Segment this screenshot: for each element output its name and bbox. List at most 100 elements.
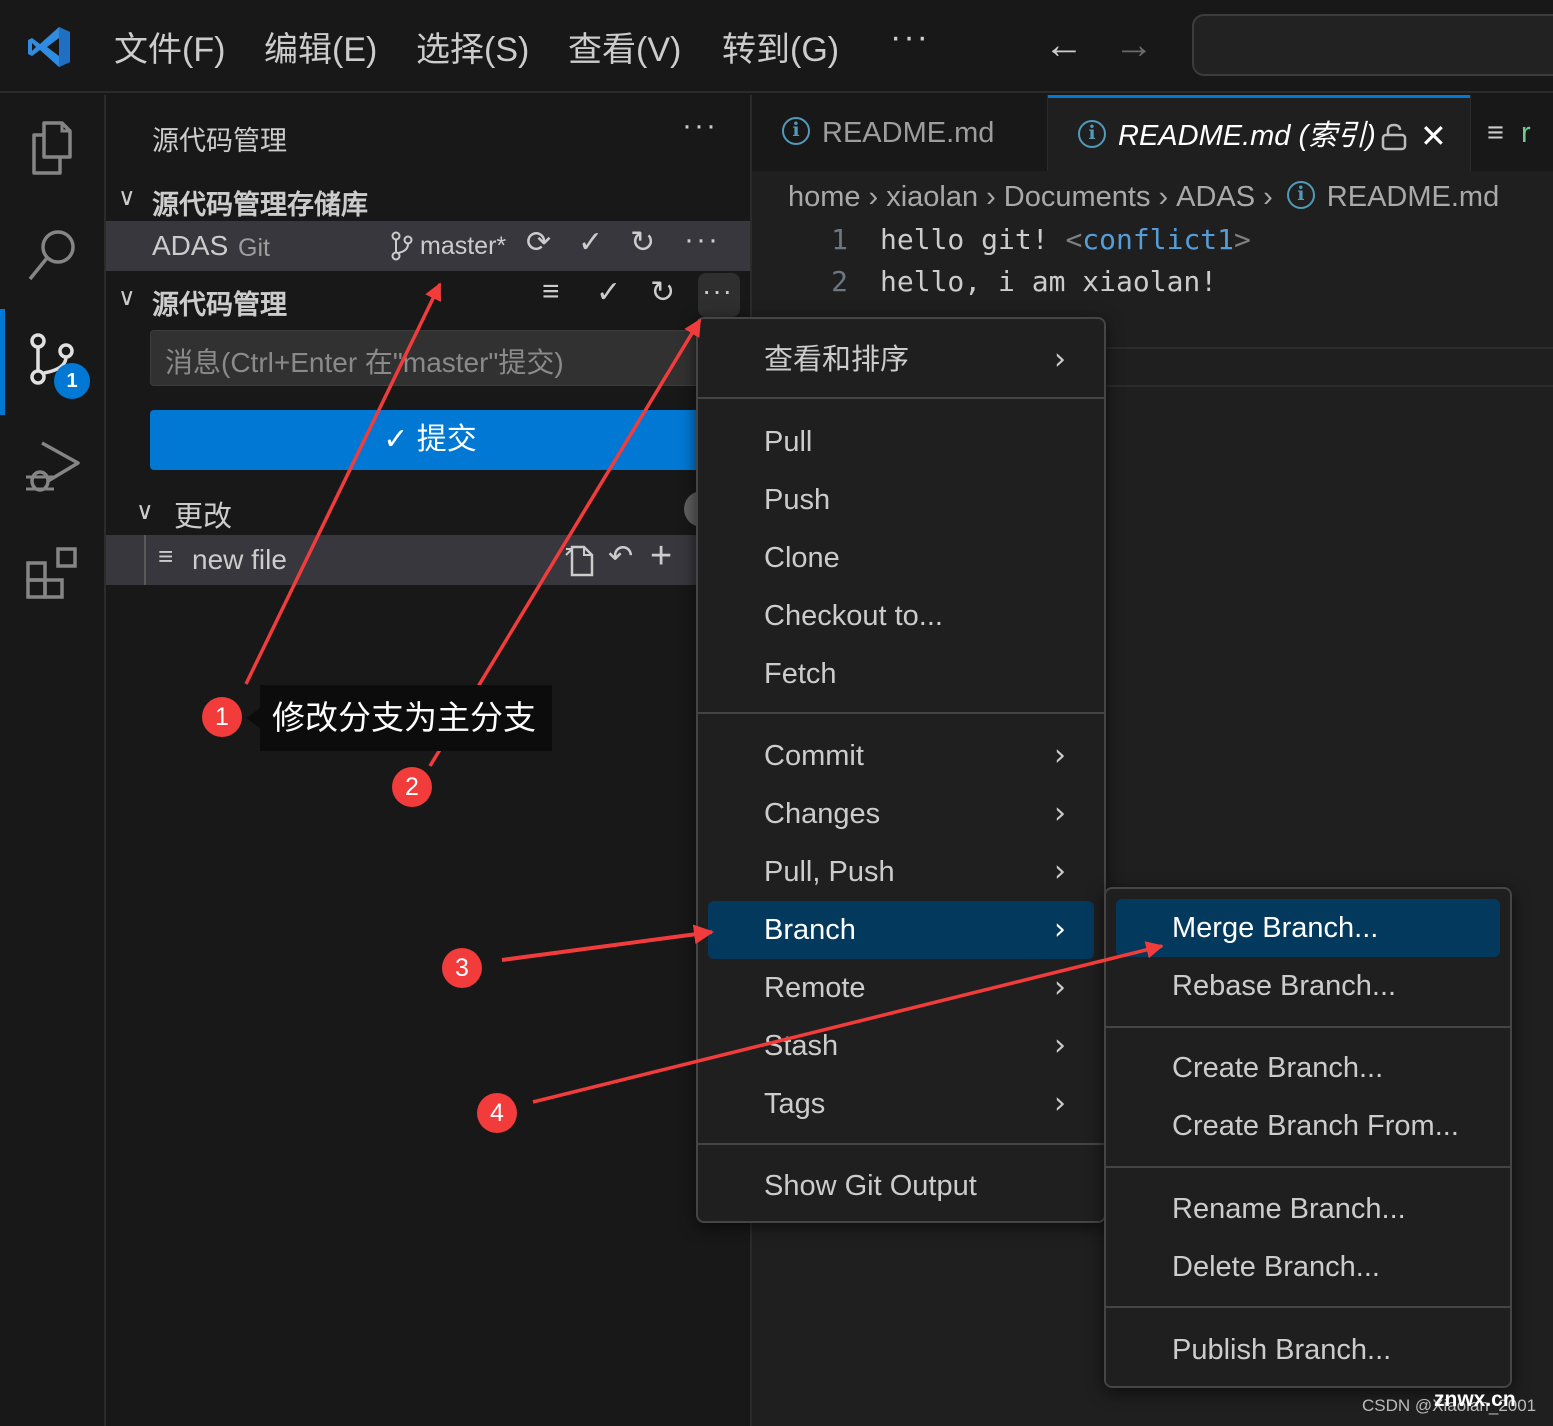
menu-view[interactable]: 查看(V) bbox=[568, 22, 681, 71]
tab-readme-index[interactable]: i README.md (索引) ✕ bbox=[1048, 95, 1470, 171]
nav-back-button[interactable]: ← bbox=[1044, 22, 1084, 68]
discard-changes-icon[interactable]: ↶ bbox=[608, 539, 633, 574]
activity-bar: 1 bbox=[0, 95, 106, 1426]
breadcrumb-item[interactable]: README.md bbox=[1327, 181, 1499, 213]
menu-item-push[interactable]: Push bbox=[708, 471, 1094, 529]
menu-item-branch[interactable]: Branch › bbox=[708, 901, 1094, 959]
refresh-icon[interactable]: ↻ bbox=[630, 225, 655, 260]
commit-message-input[interactable]: 消息(Ctrl+Enter 在"master"提交) bbox=[150, 330, 710, 386]
menu-separator bbox=[698, 1143, 1104, 1145]
chevron-right-icon: › bbox=[1054, 1028, 1066, 1063]
menu-item-pull[interactable]: Pull bbox=[708, 413, 1094, 471]
tab-readme[interactable]: i README.md bbox=[752, 95, 1048, 171]
commit-check-icon[interactable]: ✓ bbox=[596, 275, 621, 310]
commit-check-icon[interactable]: ✓ bbox=[578, 225, 603, 260]
chevron-right-icon: › bbox=[1054, 912, 1066, 947]
step-badge-3: 3 bbox=[442, 948, 482, 988]
scm-change-count-badge: 1 bbox=[54, 363, 90, 399]
menu-item-create-branch-from[interactable]: Create Branch From... bbox=[1116, 1097, 1500, 1155]
source-control-sidebar: 源代码管理 ··· ∨ 源代码管理存储库 ADAS Git master* ⟳ … bbox=[106, 95, 752, 1426]
menu-item-show-git-output[interactable]: Show Git Output bbox=[708, 1157, 1094, 1215]
menu-item-publish-branch[interactable]: Publish Branch... bbox=[1116, 1321, 1500, 1379]
menu-separator bbox=[1106, 1306, 1510, 1308]
breadcrumb: home › xiaolan › Documents › ADAS › i README.md bbox=[788, 181, 1499, 214]
menu-separator bbox=[698, 712, 1104, 714]
nav-forward-button[interactable]: → bbox=[1114, 22, 1154, 68]
vscode-logo-icon bbox=[28, 27, 70, 67]
sync-icon[interactable]: ⟳ bbox=[526, 225, 551, 260]
editor-overlay-lines bbox=[1106, 347, 1553, 387]
view-as-list-icon[interactable]: ≡ bbox=[542, 275, 560, 309]
breadcrumb-item[interactable]: xiaolan bbox=[886, 181, 978, 213]
branch-picker[interactable]: master* bbox=[420, 232, 506, 261]
chevron-right-icon: › bbox=[1158, 181, 1169, 213]
menu-item-remote[interactable]: Remote › bbox=[708, 959, 1094, 1017]
repository-row[interactable]: ADAS Git master* ⟳ ✓ ↻ ··· bbox=[106, 221, 750, 271]
chevron-down-icon[interactable]: ∨ bbox=[118, 183, 136, 212]
chevron-right-icon: › bbox=[1054, 342, 1066, 377]
menu-edit[interactable]: 编辑(E) bbox=[264, 22, 377, 71]
watermark-site: znwx.cn bbox=[1434, 1388, 1516, 1411]
line-text: hello git! <conflict1> bbox=[880, 223, 1251, 256]
menu-item-create-branch[interactable]: Create Branch... bbox=[1116, 1039, 1500, 1097]
menu-item-view-and-sort[interactable]: 查看和排序 › bbox=[708, 331, 1094, 389]
active-indicator bbox=[0, 309, 5, 415]
menu-go[interactable]: 转到(G) bbox=[722, 22, 839, 71]
scm-section-header[interactable]: 源代码管理 bbox=[152, 283, 287, 322]
chevron-down-icon[interactable]: ∨ bbox=[136, 497, 154, 526]
menu-selection[interactable]: 选择(S) bbox=[416, 22, 529, 71]
changes-section-header[interactable]: 更改 bbox=[174, 493, 232, 535]
menu-item-changes[interactable]: Changes › bbox=[708, 785, 1094, 843]
close-tab-icon[interactable]: ✕ bbox=[1420, 98, 1447, 174]
menu-item-clone[interactable]: Clone bbox=[708, 529, 1094, 587]
menu-item-stash[interactable]: Stash › bbox=[708, 1017, 1094, 1075]
sidebar-title: 源代码管理 bbox=[152, 126, 287, 156]
menu-item-tags[interactable]: Tags › bbox=[708, 1075, 1094, 1133]
open-file-icon[interactable] bbox=[562, 541, 596, 579]
chevron-right-icon: › bbox=[1054, 1086, 1066, 1121]
commit-button[interactable]: ✓ 提交 ∨ bbox=[150, 410, 742, 470]
search-icon[interactable] bbox=[22, 223, 84, 285]
chevron-right-icon: › bbox=[1263, 181, 1273, 213]
scm-more-actions-button[interactable]: ··· bbox=[698, 273, 740, 317]
menu-item-rename-branch[interactable]: Rename Branch... bbox=[1116, 1180, 1500, 1238]
text-file-icon: ≡ bbox=[158, 541, 174, 571]
chevron-right-icon: › bbox=[1054, 796, 1066, 831]
breadcrumb-item[interactable]: home bbox=[788, 181, 861, 213]
menu-file[interactable]: 文件(F) bbox=[114, 22, 225, 71]
breadcrumb-item[interactable]: ADAS bbox=[1176, 181, 1255, 213]
tab-third[interactable]: ≡ r bbox=[1470, 95, 1553, 171]
callout-pointer bbox=[246, 708, 260, 728]
line-text: hello, i am xiaolan! bbox=[880, 265, 1218, 298]
repo-type: Git bbox=[238, 234, 270, 262]
stage-changes-icon[interactable]: + bbox=[650, 535, 672, 578]
menu-item-pull-push[interactable]: Pull, Push › bbox=[708, 843, 1094, 901]
sidebar-more-actions-button[interactable]: ··· bbox=[682, 109, 718, 143]
menu-item-rebase-branch[interactable]: Rebase Branch... bbox=[1116, 957, 1500, 1015]
chevron-down-icon[interactable]: ∨ bbox=[118, 283, 136, 312]
menu-more[interactable]: ··· bbox=[890, 18, 930, 57]
run-debug-icon[interactable] bbox=[22, 435, 84, 497]
extensions-icon[interactable] bbox=[22, 541, 84, 603]
chevron-right-icon: › bbox=[986, 181, 996, 213]
menu-item-merge-branch[interactable]: Merge Branch... bbox=[1116, 899, 1500, 957]
refresh-icon[interactable]: ↻ bbox=[650, 275, 675, 310]
repo-more-actions-button[interactable]: ··· bbox=[684, 223, 720, 257]
lock-icon bbox=[1381, 123, 1407, 151]
repositories-section-header[interactable]: 源代码管理存储库 bbox=[152, 183, 368, 222]
changed-file-name: new file bbox=[192, 544, 287, 575]
menu-item-delete-branch[interactable]: Delete Branch... bbox=[1116, 1238, 1500, 1296]
menu-item-fetch[interactable]: Fetch bbox=[708, 645, 1094, 703]
command-center-search[interactable] bbox=[1192, 14, 1553, 76]
menu-item-commit[interactable]: Commit › bbox=[708, 727, 1094, 785]
chevron-right-icon: › bbox=[1054, 854, 1066, 889]
breadcrumb-item[interactable]: Documents bbox=[1004, 181, 1151, 213]
menu-item-checkout[interactable]: Checkout to... bbox=[708, 587, 1094, 645]
repo-name: ADAS bbox=[152, 230, 229, 261]
branch-submenu: Merge Branch... Rebase Branch... Create … bbox=[1104, 887, 1512, 1388]
files-icon[interactable] bbox=[22, 117, 84, 179]
text-file-icon: ≡ bbox=[1487, 117, 1504, 149]
annotation-callout: 修改分支为主分支 bbox=[260, 685, 552, 751]
changed-file-row[interactable]: ≡ new file ↶ + bbox=[106, 535, 750, 585]
editor-tabs: i README.md i README.md (索引) ✕ ≡ r bbox=[752, 95, 1553, 171]
